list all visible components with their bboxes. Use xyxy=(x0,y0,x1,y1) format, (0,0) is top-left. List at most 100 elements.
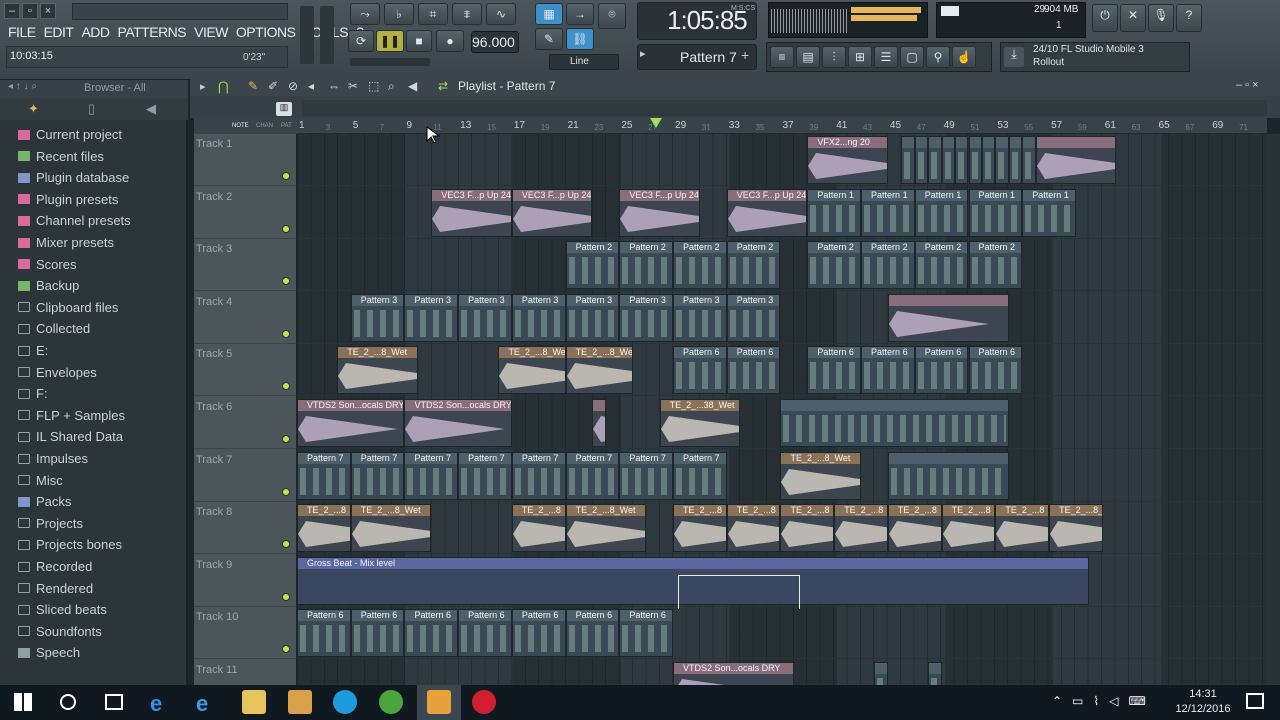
pattern-mode-icon[interactable]: ▦ xyxy=(535,3,563,25)
audio-clip[interactable]: VTDS2 Son...ocals DRY xyxy=(404,399,512,447)
help-icon[interactable]: ? xyxy=(1176,4,1202,32)
close-icon[interactable]: × xyxy=(40,3,56,19)
pattern-clip[interactable] xyxy=(968,136,982,184)
tempo-field[interactable]: 96.000 xyxy=(471,31,519,53)
output-icon[interactable]: ⌾ xyxy=(598,3,626,29)
track-mute-toggle[interactable] xyxy=(282,435,290,443)
pattern-clip[interactable]: Pattern 1 xyxy=(914,188,969,237)
recorder-icon[interactable] xyxy=(472,690,496,714)
pattern-clip[interactable]: Pattern 7 xyxy=(673,451,727,500)
pattern-clip[interactable] xyxy=(1022,136,1036,184)
media-app-icon[interactable] xyxy=(288,690,312,714)
paint-tool-icon[interactable]: ✐ xyxy=(268,79,278,93)
cortana-icon[interactable] xyxy=(60,694,76,710)
browser-item[interactable]: Recorded xyxy=(18,556,92,577)
browser-item[interactable]: Soundfonts xyxy=(18,621,102,642)
pattern-clip[interactable] xyxy=(914,136,929,184)
slip-tool-icon[interactable]: ⇔ xyxy=(328,79,340,93)
audio-clip[interactable] xyxy=(887,293,1009,342)
pattern-clip[interactable]: Pattern 7 xyxy=(404,451,459,500)
blend-notes-icon[interactable]: ∿ xyxy=(486,3,516,25)
horizontal-scrollbar[interactable] xyxy=(302,100,1267,116)
taskbar-time[interactable]: 14:31 xyxy=(1170,688,1236,700)
audio-clip[interactable]: TE_2_...8 xyxy=(941,504,996,553)
audio-clip[interactable]: TE_2_...8_Wet xyxy=(780,451,862,500)
pattern-clip[interactable]: Pattern 6 xyxy=(968,346,1023,395)
track-header[interactable]: Track 6 xyxy=(194,397,296,449)
pattern-clip[interactable]: Pattern 1 xyxy=(1022,188,1076,237)
browser-item[interactable]: IL Shared Data xyxy=(18,426,123,447)
pattern-prev-icon[interactable]: ▸ xyxy=(640,47,646,60)
browser-icon[interactable]: ☰ xyxy=(874,46,898,68)
browser-item[interactable]: Mixer presets xyxy=(18,232,114,253)
track-header[interactable]: Track 4 xyxy=(194,291,296,344)
pattern-clip[interactable] xyxy=(901,136,915,184)
browser-item[interactable]: Plugin presets xyxy=(18,189,118,210)
file-icon[interactable]: ▢ xyxy=(900,46,924,68)
pattern-clip[interactable]: Pattern 2 xyxy=(914,241,969,290)
pattern-clip[interactable]: Pattern 2 xyxy=(619,241,674,290)
track-header[interactable]: Track 2 xyxy=(194,186,296,239)
browser-item[interactable]: Backup xyxy=(18,275,79,296)
browser-item[interactable]: Projects xyxy=(18,513,83,534)
browser-item[interactable]: F: xyxy=(18,383,48,404)
browser-item[interactable]: FLP + Samples xyxy=(18,405,125,426)
pattern-clip[interactable]: Pattern 3 xyxy=(511,293,566,342)
edge-icon[interactable]: e xyxy=(150,691,162,717)
pattern-clip[interactable]: Pattern 2 xyxy=(565,241,620,290)
playlist-arrows-icon[interactable]: ⇄ xyxy=(438,79,448,93)
reset-icon[interactable]: ⏻ xyxy=(1092,4,1118,32)
windows-start-icon[interactable] xyxy=(14,693,32,711)
pattern-clip[interactable] xyxy=(981,136,996,184)
pattern-clip[interactable] xyxy=(887,451,1009,500)
vertical-scrollbar[interactable] xyxy=(1267,134,1280,685)
playlist-icon[interactable]: ≡ xyxy=(770,46,794,68)
audio-clip[interactable]: VTDS2 Son...ocals DRY xyxy=(297,399,405,447)
track-mute-toggle[interactable] xyxy=(282,645,290,654)
pause-button[interactable]: ❚❚ xyxy=(376,30,404,52)
track-row[interactable]: Pattern 2 Pattern 2 Pattern 2 Pattern 2 Patt… xyxy=(297,239,1267,292)
browser-item[interactable]: E: xyxy=(18,340,48,361)
internet-explorer-icon[interactable]: e xyxy=(196,691,208,717)
browser-item[interactable]: Scores xyxy=(18,254,76,275)
pattern-clip[interactable]: Pattern 2 xyxy=(673,241,727,290)
taskbar-date[interactable]: 12/12/2016 xyxy=(1170,703,1236,715)
playlist-snap-icon[interactable]: ▥ xyxy=(276,102,292,116)
track-header[interactable]: Track 1 xyxy=(194,134,296,186)
audio-clip[interactable]: TE_2_...8_Wet xyxy=(337,346,418,395)
timeline-ruler[interactable]: 1 3 5 7 9 11 13 15 17 19 21 23 25 27 29 31 33 35 37 39 41 43 4… xyxy=(297,118,1267,134)
browser-file-icon[interactable]: ▯ xyxy=(88,101,95,117)
browser-item[interactable]: Misc xyxy=(18,470,63,491)
pattern-clip[interactable]: Pattern 1 xyxy=(968,188,1023,237)
pattern-clip[interactable]: Pattern 6 xyxy=(350,609,405,658)
master-volume-slider[interactable] xyxy=(300,6,314,64)
pattern-clip[interactable]: Pattern 3 xyxy=(619,293,674,342)
track-row[interactable]: VFX2...ng 20 xyxy=(297,134,1267,186)
browser-item[interactable]: Current project xyxy=(18,124,122,145)
pattern-clip[interactable]: Pattern 6 xyxy=(619,609,674,658)
browser-item[interactable]: Plugin database xyxy=(18,167,129,188)
pattern-clip[interactable]: Pattern 2 xyxy=(726,241,781,290)
pattern-clip[interactable]: Pattern 1 xyxy=(807,188,862,237)
track-row[interactable]: Pattern 7 Pattern 7 Pattern 7 Pattern 7 Patt… xyxy=(297,450,1267,502)
menu-edit[interactable]: EDIT xyxy=(40,22,78,42)
track-header[interactable]: Track 9 xyxy=(194,554,296,607)
menu-view[interactable]: VIEW xyxy=(190,22,232,42)
track-header[interactable]: Track 3 xyxy=(194,239,296,292)
track-row[interactable]: VEC3 F...p Up 24 VEC3 F...p Up 24 VEC3 F..… xyxy=(297,187,1267,239)
audio-clip[interactable]: TE_2_...8 xyxy=(834,504,888,553)
audio-clip[interactable]: VFX2...ng 20 xyxy=(807,136,888,184)
track-header[interactable]: Track 8 xyxy=(194,502,296,555)
brush-icon[interactable]: ✎ xyxy=(535,28,563,50)
pattern-clip[interactable] xyxy=(995,136,1009,184)
menu-add[interactable]: ADD xyxy=(77,22,113,42)
pattern-clip[interactable]: Pattern 3 xyxy=(458,293,512,342)
audio-clip[interactable]: TE_2_...8 xyxy=(995,504,1050,553)
track-row[interactable]: Pattern 6 Pattern 6 Pattern 6 Pattern 6 Patt… xyxy=(297,607,1267,660)
stop-button[interactable]: ■ xyxy=(406,30,432,52)
pattern-clip[interactable]: Pattern 7 xyxy=(297,451,351,500)
playlist-menu-icon[interactable]: ▸ xyxy=(200,80,206,93)
browser-item[interactable]: Envelopes xyxy=(18,362,97,383)
tools-icon[interactable]: ✕ xyxy=(1120,4,1146,32)
playhead-marker-icon[interactable] xyxy=(650,118,662,130)
